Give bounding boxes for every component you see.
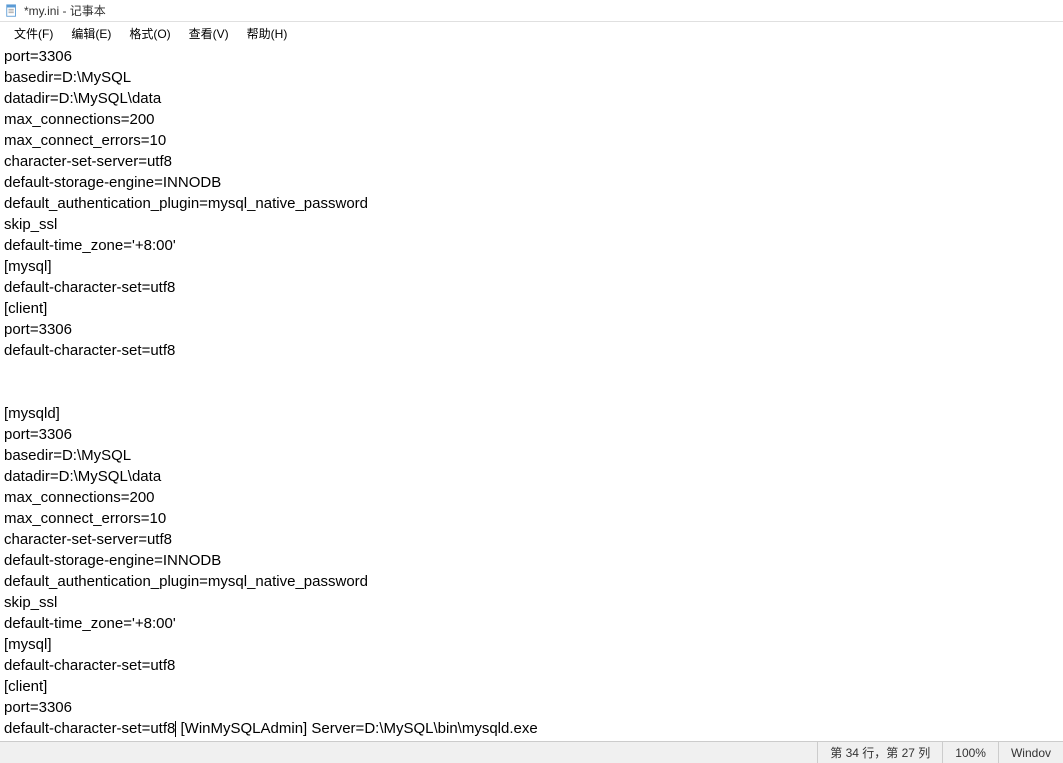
text-line: max_connections=200 <box>4 111 155 128</box>
status-zoom: 100% <box>942 742 998 763</box>
text-line: [mysql] <box>4 636 52 653</box>
text-line: port=3306 <box>4 48 72 65</box>
status-position: 第 34 行，第 27 列 <box>817 742 942 763</box>
text-line: default_authentication_plugin=mysql_nati… <box>4 573 368 590</box>
text-line: [mysqld] <box>4 405 60 422</box>
text-line: skip_ssl <box>4 594 57 611</box>
menu-view[interactable]: 查看(V) <box>181 23 237 44</box>
menu-bar: 文件(F) 编辑(E) 格式(O) 查看(V) 帮助(H) <box>0 22 1063 44</box>
window-title: *my.ini - 记事本 <box>24 2 106 19</box>
text-line: default-character-set=utf8 <box>4 657 175 674</box>
text-line: default-time_zone='+8:00' <box>4 237 176 254</box>
text-line: default-storage-engine=INNODB <box>4 174 221 191</box>
text-line: skip_ssl <box>4 216 57 233</box>
text-line: basedir=D:\MySQL <box>4 69 131 86</box>
text-line: max_connect_errors=10 <box>4 132 166 149</box>
status-bar: 第 34 行，第 27 列 100% Windov <box>0 741 1063 763</box>
text-line: max_connect_errors=10 <box>4 510 166 527</box>
text-line: default-time_zone='+8:00' <box>4 615 176 632</box>
menu-help[interactable]: 帮助(H) <box>239 23 296 44</box>
text-editor-area[interactable]: port=3306 basedir=D:\MySQL datadir=D:\My… <box>0 44 1063 741</box>
text-line: max_connections=200 <box>4 489 155 506</box>
text-line: datadir=D:\MySQL\data <box>4 90 161 107</box>
menu-format[interactable]: 格式(O) <box>121 23 178 44</box>
text-line: default-character-set=utf8 <box>4 720 175 737</box>
text-line: default-character-set=utf8 <box>4 279 175 296</box>
text-line: default_authentication_plugin=mysql_nati… <box>4 195 368 212</box>
text-line: [client] <box>4 678 47 695</box>
text-line: character-set-server=utf8 <box>4 531 172 548</box>
menu-file[interactable]: 文件(F) <box>6 23 61 44</box>
notepad-icon <box>4 3 20 19</box>
text-line: basedir=D:\MySQL <box>4 447 131 464</box>
text-line: port=3306 <box>4 321 72 338</box>
text-line: [client] <box>4 300 47 317</box>
text-line: datadir=D:\MySQL\data <box>4 468 161 485</box>
text-line: default-storage-engine=INNODB <box>4 552 221 569</box>
text-line: port=3306 <box>4 426 72 443</box>
text-line: character-set-server=utf8 <box>4 153 172 170</box>
title-bar: *my.ini - 记事本 <box>0 0 1063 22</box>
text-line: [mysql] <box>4 258 52 275</box>
text-line: [WinMySQLAdmin] Server=D:\MySQL\bin\mysq… <box>176 720 537 737</box>
menu-edit[interactable]: 编辑(E) <box>63 23 119 44</box>
text-line: default-character-set=utf8 <box>4 342 175 359</box>
text-line: port=3306 <box>4 699 72 716</box>
status-encoding: Windov <box>998 742 1063 763</box>
